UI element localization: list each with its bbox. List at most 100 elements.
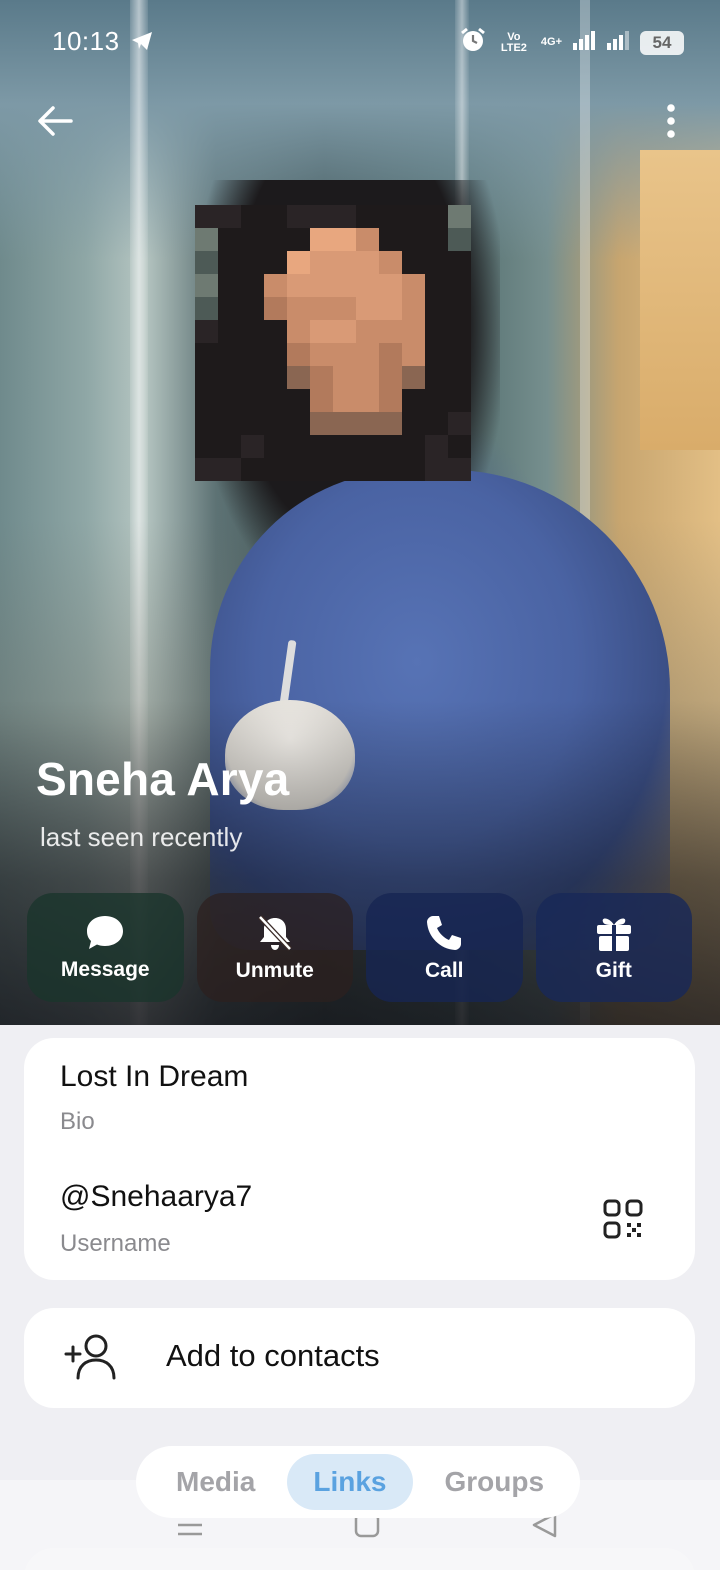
vertical-dots-icon (667, 104, 675, 138)
pixel-block (425, 320, 448, 343)
pixel-block (195, 343, 218, 366)
pixel-block (448, 412, 471, 435)
pixel-block (356, 435, 379, 458)
pixel-block (241, 343, 264, 366)
pixel-block (195, 366, 218, 389)
pixel-block (425, 205, 448, 228)
pixel-block (287, 458, 310, 481)
tab-media[interactable]: Media (150, 1454, 281, 1510)
pixel-block (264, 297, 287, 320)
network-label: 4G+ (540, 36, 562, 48)
pixel-block (402, 435, 425, 458)
pixel-block (310, 366, 333, 389)
pixel-block (241, 389, 264, 412)
pixel-block (402, 251, 425, 274)
pixel-block (333, 343, 356, 366)
arrow-left-icon (38, 106, 73, 136)
battery-indicator: 54 (640, 30, 684, 55)
pixel-block (425, 412, 448, 435)
pixel-block (287, 366, 310, 389)
pixel-block (264, 251, 287, 274)
call-button[interactable]: Call (366, 893, 523, 1002)
pixel-block (379, 320, 402, 343)
pixel-block (264, 366, 287, 389)
pixel-block (241, 435, 264, 458)
pixel-block (356, 251, 379, 274)
pixel-block (218, 343, 241, 366)
pixel-block (402, 366, 425, 389)
pixel-block (218, 205, 241, 228)
pixel-block (310, 320, 333, 343)
pixel-block (264, 274, 287, 297)
pixel-block (402, 274, 425, 297)
pixel-block (195, 435, 218, 458)
status-indicators: Vo LTE2 4G+ 54 (459, 26, 684, 59)
pixel-block (379, 251, 402, 274)
pixel-block (218, 297, 241, 320)
pixel-block (218, 274, 241, 297)
pixel-block (448, 435, 471, 458)
pixel-block (218, 228, 241, 251)
signal-icon (572, 29, 596, 56)
pixel-block (425, 274, 448, 297)
qr-code-button[interactable] (598, 1194, 648, 1244)
pixel-block (402, 458, 425, 481)
add-person-icon (64, 1332, 118, 1387)
pixel-block (356, 205, 379, 228)
profile-photo[interactable] (0, 0, 720, 1025)
action-bar: Message Unmute Call Gift (27, 893, 692, 1002)
more-options-button[interactable] (646, 96, 696, 146)
pixel-block (448, 320, 471, 343)
bio-text[interactable]: Lost In Dream (60, 1060, 248, 1094)
pixel-block (310, 297, 333, 320)
pixel-block (402, 343, 425, 366)
pixel-block (195, 320, 218, 343)
pixel-block (356, 228, 379, 251)
pixel-block (333, 228, 356, 251)
tab-links[interactable]: Links (287, 1454, 413, 1510)
pixel-block (356, 297, 379, 320)
pixel-block (218, 435, 241, 458)
add-to-contacts-row[interactable]: Add to contacts (24, 1308, 695, 1408)
pixel-block (241, 274, 264, 297)
pixel-block (287, 389, 310, 412)
pixel-block (402, 228, 425, 251)
pixel-block (195, 297, 218, 320)
info-card: Lost In Dream Bio @Snehaarya7 Username (24, 1038, 695, 1280)
pixel-block (310, 435, 333, 458)
pixel-block (287, 343, 310, 366)
pixel-block (356, 389, 379, 412)
pixel-block (425, 343, 448, 366)
pixel-block (333, 389, 356, 412)
pixel-block (241, 297, 264, 320)
pixel-block (402, 320, 425, 343)
pixel-block (195, 389, 218, 412)
pixel-block (241, 366, 264, 389)
unmute-button[interactable]: Unmute (196, 893, 353, 1002)
volte-label: Vo LTE2 (500, 30, 527, 54)
message-button[interactable]: Message (27, 893, 184, 1002)
pixel-block (287, 228, 310, 251)
pixel-block (241, 412, 264, 435)
gift-button[interactable]: Gift (535, 893, 692, 1002)
pixel-block (218, 389, 241, 412)
pixel-block (379, 343, 402, 366)
tab-groups[interactable]: Groups (419, 1454, 571, 1510)
pixel-block (195, 274, 218, 297)
pixel-block (425, 435, 448, 458)
pixel-block (195, 458, 218, 481)
pixel-block (379, 205, 402, 228)
pixel-block (379, 389, 402, 412)
pixel-block (287, 412, 310, 435)
profile-status: last seen recently (40, 822, 243, 852)
pixel-block (287, 435, 310, 458)
back-button[interactable] (30, 96, 80, 146)
pixel-block (241, 458, 264, 481)
gift-icon (596, 918, 631, 951)
pixel-block (448, 274, 471, 297)
signal-icon-2 (606, 29, 630, 56)
photo-wall (640, 150, 720, 450)
qr-code-icon (603, 1199, 643, 1239)
unmute-label: Unmute (235, 958, 314, 982)
username-text[interactable]: @Snehaarya7 (60, 1180, 252, 1214)
